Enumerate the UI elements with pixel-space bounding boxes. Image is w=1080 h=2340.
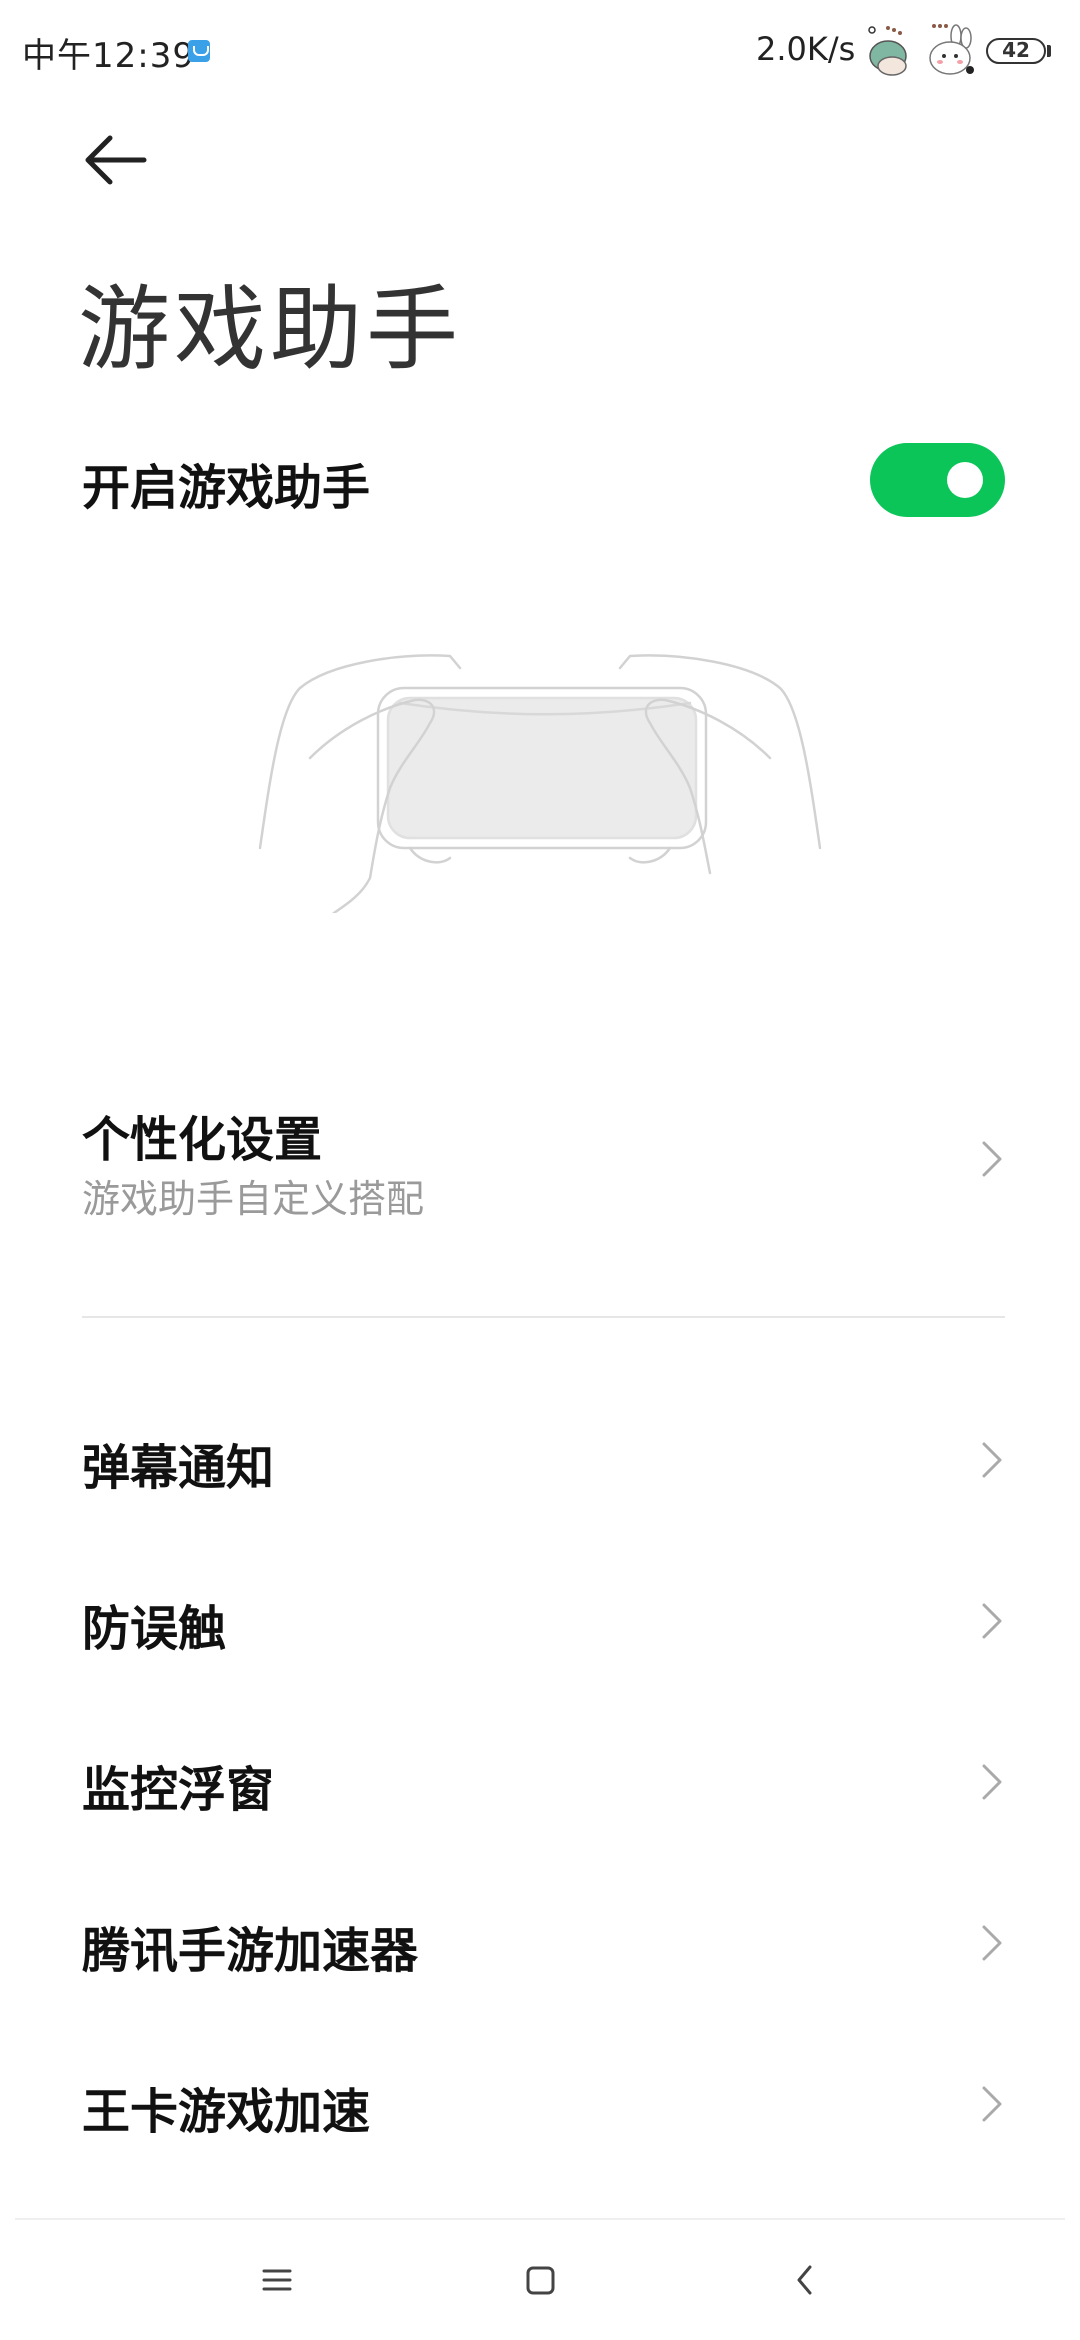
page-title: 游戏助手 <box>78 276 463 383</box>
status-time: 中午12:39 <box>22 36 195 76</box>
row-subtitle: 游戏助手自定义搭配 <box>82 1177 425 1221</box>
battery-icon: 42 <box>986 38 1046 64</box>
chevron-right-icon <box>982 1442 1002 1478</box>
back-button[interactable] <box>72 130 162 190</box>
enable-toggle-switch[interactable] <box>870 443 1005 517</box>
menu-item-label: 防误触 <box>82 1601 227 1657</box>
personalization-settings-row[interactable]: 个性化设置 游戏助手自定义搭配 <box>82 1090 1005 1240</box>
menu-item-wangka-game-accelerator[interactable]: 王卡游戏加速 <box>82 2064 1005 2144</box>
menu-item-label: 弹幕通知 <box>82 1440 275 1496</box>
back-icon[interactable] <box>775 2255 835 2305</box>
chevron-right-icon <box>982 1764 1002 1800</box>
chevron-right-icon <box>982 1603 1002 1639</box>
menu-item-label: 监控浮窗 <box>82 1762 275 1818</box>
arrow-left-icon <box>85 135 147 185</box>
status-bar: 中午12:39 2.0K/s 42 <box>0 0 1080 105</box>
menu-item-danmaku-notification[interactable]: 弹幕通知 <box>82 1420 1005 1500</box>
section-divider <box>82 1316 1005 1318</box>
battery-level: 42 <box>1002 38 1030 62</box>
menu-item-monitor-floating-window[interactable]: 监控浮窗 <box>82 1742 1005 1822</box>
notification-app-icon <box>188 40 210 62</box>
row-title: 个性化设置 <box>82 1112 323 1168</box>
network-speed: 2.0K/s <box>756 30 856 68</box>
chevron-right-icon <box>982 1141 1002 1177</box>
toggle-label: 开启游戏助手 <box>82 460 371 516</box>
menu-item-label: 王卡游戏加速 <box>82 2084 371 2140</box>
enable-game-assistant-row[interactable]: 开启游戏助手 <box>82 440 1005 520</box>
system-navigation-bar <box>0 2220 1080 2340</box>
chevron-right-icon <box>982 1925 1002 1961</box>
sticker-icon <box>868 26 907 76</box>
battery-tip <box>1047 45 1051 57</box>
chevron-right-icon <box>982 2086 1002 2122</box>
menu-icon[interactable] <box>247 2255 307 2305</box>
menu-item-anti-mistouch[interactable]: 防误触 <box>82 1581 1005 1661</box>
notification-dot <box>966 66 974 74</box>
toggle-knob <box>947 462 983 498</box>
home-icon[interactable] <box>510 2255 570 2305</box>
menu-item-tencent-game-accelerator[interactable]: 腾讯手游加速器 <box>82 1903 1005 1983</box>
hands-holding-phone-illustration <box>258 654 822 913</box>
menu-item-label: 腾讯手游加速器 <box>82 1923 419 1979</box>
